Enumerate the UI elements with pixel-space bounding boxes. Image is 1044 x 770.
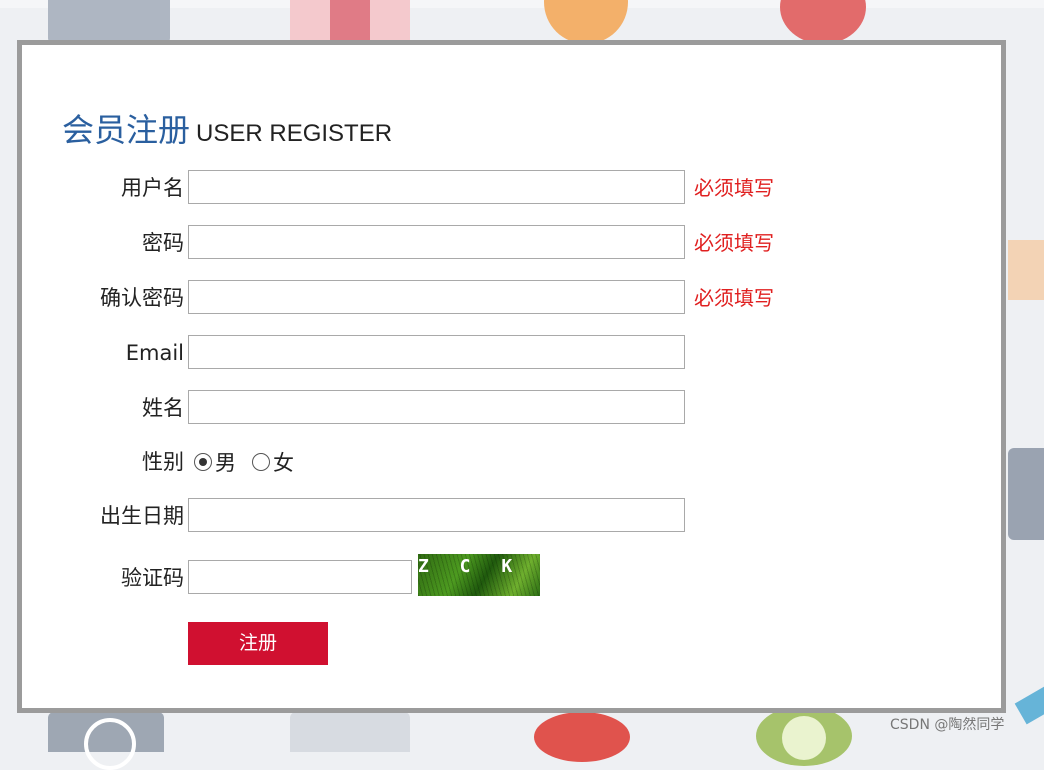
username-input[interactable] [188,170,685,204]
background-grey-tile [48,0,170,44]
form-row-captcha: 验证码 Z C K X [22,554,1002,596]
form-row-password: 密码 必须填写 [22,225,1002,261]
background-red-image [780,0,866,44]
form-row-username: 用户名 必须填写 [22,170,1002,206]
background-gift-ribbon [330,0,370,44]
form-row-gender: 性别 男 女 [22,444,1002,480]
background-game-image [290,712,410,752]
watermark: CSDN @陶然同学 [890,717,1005,733]
email-input[interactable] [188,335,685,369]
gender-radio-group: 男 女 [194,444,310,480]
form-row-confirm-password: 确认密码 必须填写 [22,280,1002,316]
password-input[interactable] [188,225,685,259]
register-button[interactable]: 注册 [188,622,328,665]
birthday-label: 出生日期 [100,504,184,528]
password-label: 密码 [142,231,184,255]
background-orange-image [544,0,628,44]
background-camera-lens [84,718,136,770]
gender-label: 性别 [142,450,184,474]
email-label: Email [125,341,184,365]
name-input[interactable] [188,390,685,424]
page-title: 会员注册 USER REGISTER [62,105,392,151]
confirm-password-label: 确认密码 [100,286,184,310]
background-right-grey [1008,448,1044,540]
form-row-name: 姓名 [22,390,1002,426]
form-row-email: Email [22,335,1002,371]
username-required-note: 必须填写 [694,176,774,200]
gender-female-label[interactable]: 女 [273,447,294,477]
captcha-image-text: Z C K X [418,556,523,577]
form-row-birthday: 出生日期 [22,498,1002,534]
confirm-password-input[interactable] [188,280,685,314]
background-tomato-image [534,712,630,762]
confirm-password-required-note: 必须填写 [694,286,774,310]
gender-female-radio[interactable] [252,453,270,471]
username-label: 用户名 [121,176,184,200]
gender-male-label[interactable]: 男 [215,447,236,477]
page-title-en: USER REGISTER [196,120,393,147]
gender-male-radio[interactable] [194,453,212,471]
background-kiwi-inner [782,716,826,760]
captcha-input[interactable] [188,560,412,594]
captcha-image[interactable]: Z C K X [418,554,540,596]
background-right-orange [1008,240,1044,300]
page-title-cn: 会员注册 [62,111,191,149]
background-corner-accent [1014,683,1044,725]
password-required-note: 必须填写 [694,231,774,255]
register-panel: 会员注册 USER REGISTER 用户名 必须填写 密码 必须填写 确认密码 … [17,40,1006,713]
captcha-label: 验证码 [121,566,184,590]
name-label: 姓名 [142,396,184,420]
birthday-input[interactable] [188,498,685,532]
